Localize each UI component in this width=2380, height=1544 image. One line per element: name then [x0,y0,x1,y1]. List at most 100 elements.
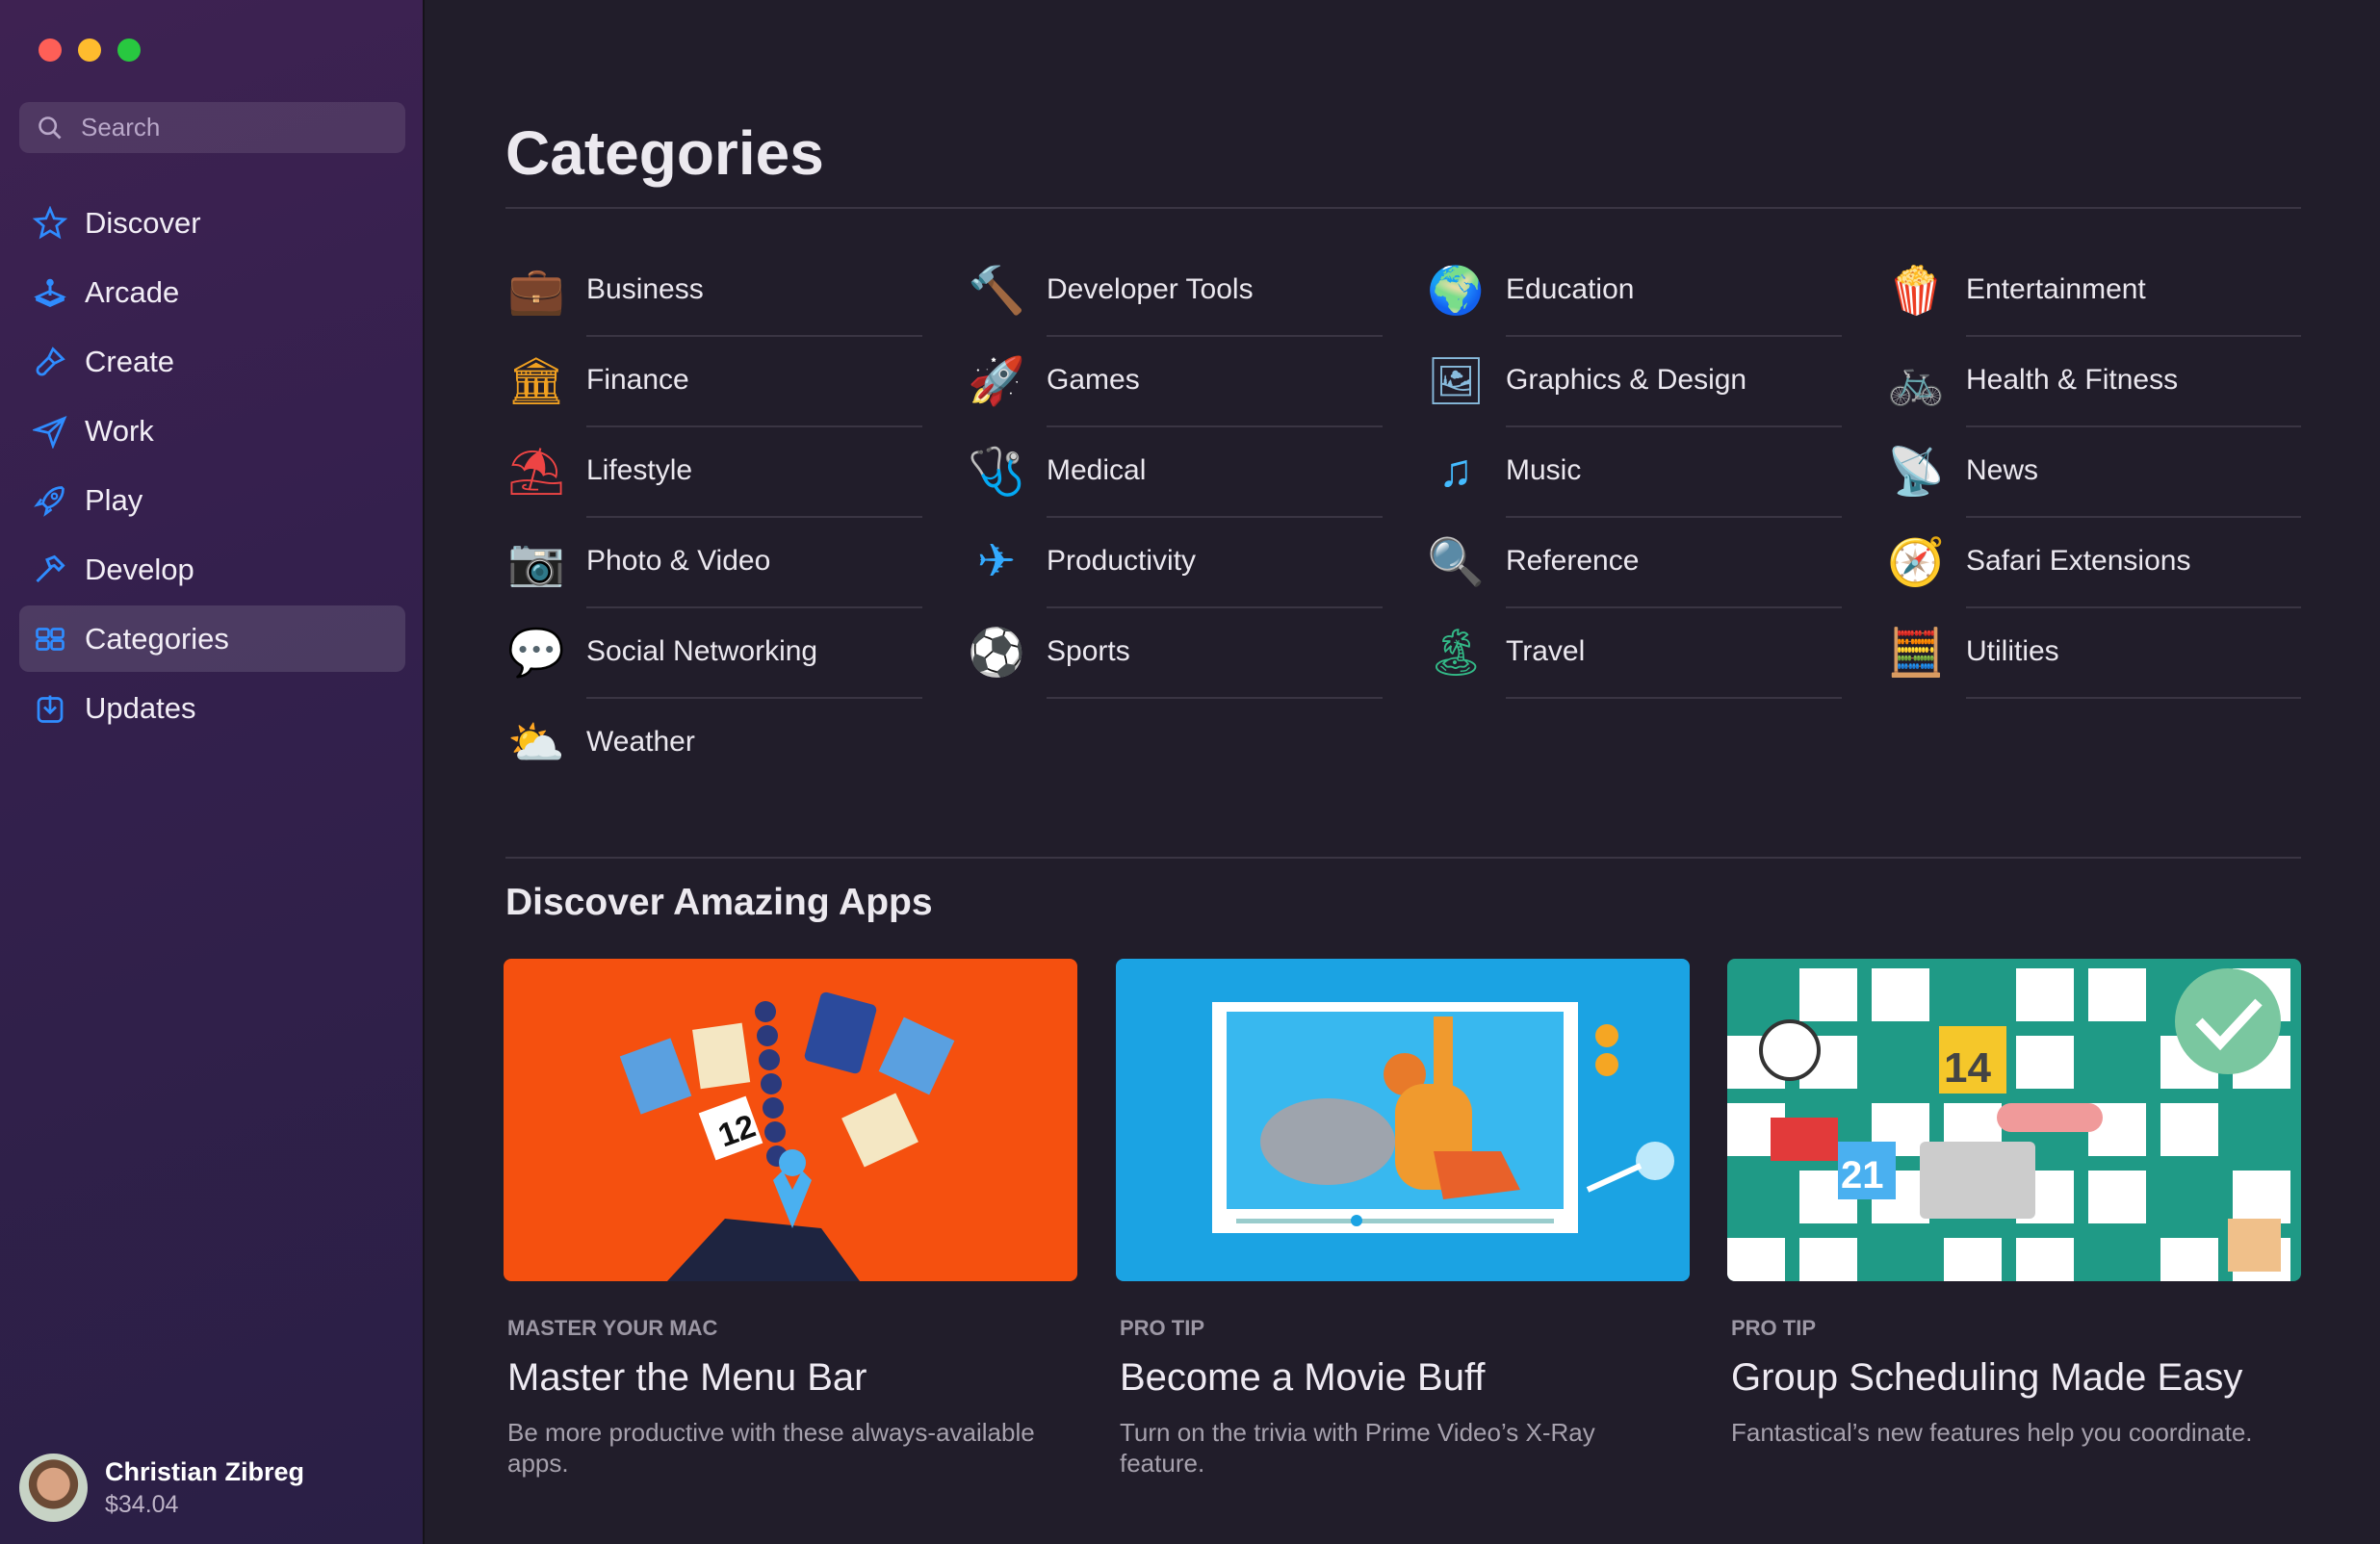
search-icon [39,116,62,139]
music-note-icon: ♫ [1438,445,1473,497]
section-title: Discover Amazing Apps [505,882,933,923]
svg-text:14: 14 [1944,1044,1991,1092]
avatar [19,1454,88,1522]
compass-icon: 🧭 [1887,536,1945,588]
category-label: Graphics & Design [1506,364,1747,396]
category-label: Safari Extensions [1966,545,2191,577]
category-entertainment[interactable]: 🍿 Entertainment [1885,244,2301,337]
sidebar-item-label: Categories [85,621,229,656]
category-label: Productivity [1047,545,1197,577]
star-icon [33,205,67,239]
sidebar-item-label: Arcade [85,274,180,309]
sidebar-item-play[interactable]: Play [19,467,405,533]
sidebar-item-label: Create [85,344,175,378]
paperplane-icon: ✈ [976,536,1017,587]
category-safari-extensions[interactable]: 🧭 Safari Extensions [1885,516,2301,608]
close-button[interactable] [39,39,62,62]
hammer-icon: 🔨 [968,265,1025,317]
category-games[interactable]: 🚀 Games [966,335,1383,427]
grid-icon [36,627,65,651]
story-card[interactable]: 14 21 PRO TIP Group Scheduling Made Easy Fan… [1727,959,2301,1448]
account-balance: $34.04 [105,1490,179,1518]
category-label: Weather [586,726,695,758]
story-card-image[interactable]: 12 [504,959,1077,1281]
category-finance[interactable]: 🏛 Finance [505,335,922,427]
svg-text:21: 21 [1841,1154,1884,1197]
category-label: Developer Tools [1047,273,1254,305]
story-description: Be more productive with these always-ava… [507,1418,1035,1478]
category-medical[interactable]: 🩺 Medical [966,425,1383,518]
rocket-icon [34,485,65,517]
beach-chair-icon: ⛱ [506,446,566,498]
sidebar-item-develop[interactable]: Develop [19,536,405,603]
category-lifestyle[interactable]: ⛱ Lifestyle [505,425,922,518]
divider [1966,697,2301,699]
category-label: Education [1506,273,1635,305]
category-label: Music [1506,454,1582,486]
category-education[interactable]: 🌍 Education [1425,244,1842,337]
satellite-dish-icon: 📡 [1887,446,1945,498]
category-label: Lifestyle [586,454,693,486]
stethoscope-icon: 🩺 [968,446,1025,498]
bank-icon: 🏛 [506,355,566,407]
search-input[interactable]: Search [19,102,405,153]
soccer-ball-icon: ⚽ [968,627,1025,679]
briefcase-icon: 💼 [507,265,565,317]
sidebar-item-create[interactable]: Create [19,328,405,395]
chat-heart-icon: 💬 [507,627,565,679]
calculator-icon: 🧮 [1887,627,1945,679]
category-developer-tools[interactable]: 🔨 Developer Tools [966,244,1383,337]
category-label: Utilities [1966,635,2059,667]
category-label: Business [586,273,704,305]
sidebar: Search Discover Arcade Create Work Play Devel… [0,0,425,1544]
sidebar-item-label: Discover [85,205,201,240]
category-label: Health & Fitness [1966,364,2179,396]
palm-island-icon: 🏝 [1426,627,1486,679]
sidebar-item-work[interactable]: Work [19,398,405,464]
category-label: News [1966,454,2039,486]
sidebar-item-discover[interactable]: Discover [19,190,405,256]
category-label: Entertainment [1966,273,2146,305]
category-label: Reference [1506,545,1640,577]
story-card[interactable]: 12 MASTER YOUR MAC Master the Menu Bar Be m… [504,959,1077,1479]
category-music[interactable]: ♫ Music [1425,425,1842,518]
sidebar-item-label: Work [85,413,154,448]
search-placeholder: Search [81,113,161,142]
account-button[interactable]: Christian Zibreg $34.04 [19,1454,304,1522]
category-social-networking[interactable]: 💬 Social Networking [505,606,922,699]
divider [505,207,2301,209]
story-card-image[interactable]: 14 21 [1727,959,2301,1281]
category-health-fitness[interactable]: 🚲 Health & Fitness [1885,335,2301,427]
category-label: Travel [1506,635,1586,667]
popcorn-icon: 🍿 [1887,265,1945,317]
category-weather[interactable]: ⛅ Weather [505,697,922,787]
story-description: Turn on the trivia with Prime Video’s X-… [1120,1418,1595,1478]
hammer-icon [36,554,65,582]
story-card-image[interactable] [1116,959,1690,1281]
bicycle-icon: 🚲 [1887,355,1945,407]
category-graphics-design[interactable]: 🖼 Graphics & Design [1425,335,1842,427]
category-productivity[interactable]: ✈ Productivity [966,516,1383,608]
minimize-button[interactable] [78,39,101,62]
category-business[interactable]: 💼 Business [505,244,922,337]
story-eyebrow: PRO TIP [1731,1316,1817,1340]
sidebar-item-categories[interactable]: Categories [19,605,405,672]
user-name: Christian Zibreg [105,1456,305,1486]
download-icon [37,695,64,723]
zoom-button[interactable] [117,39,141,62]
divider [1047,697,1383,699]
category-travel[interactable]: 🏝 Travel [1425,606,1842,699]
sidebar-item-updates[interactable]: Updates [19,675,405,741]
category-sports[interactable]: ⚽ Sports [966,606,1383,699]
category-label: Games [1047,364,1140,396]
sidebar-item-label: Updates [85,690,196,725]
category-label: Photo & Video [586,545,771,577]
globe-icon: 🌍 [1427,265,1485,317]
category-label: Social Networking [586,635,818,667]
sidebar-item-arcade[interactable]: Arcade [19,259,405,325]
story-card[interactable]: PRO TIP Become a Movie Buff Turn on the tr… [1116,959,1690,1479]
category-photo-video[interactable]: 📷 Photo & Video [505,516,922,608]
category-utilities[interactable]: 🧮 Utilities [1885,606,2301,699]
category-news[interactable]: 📡 News [1885,425,2301,518]
category-reference[interactable]: 🔍 Reference [1425,516,1842,608]
